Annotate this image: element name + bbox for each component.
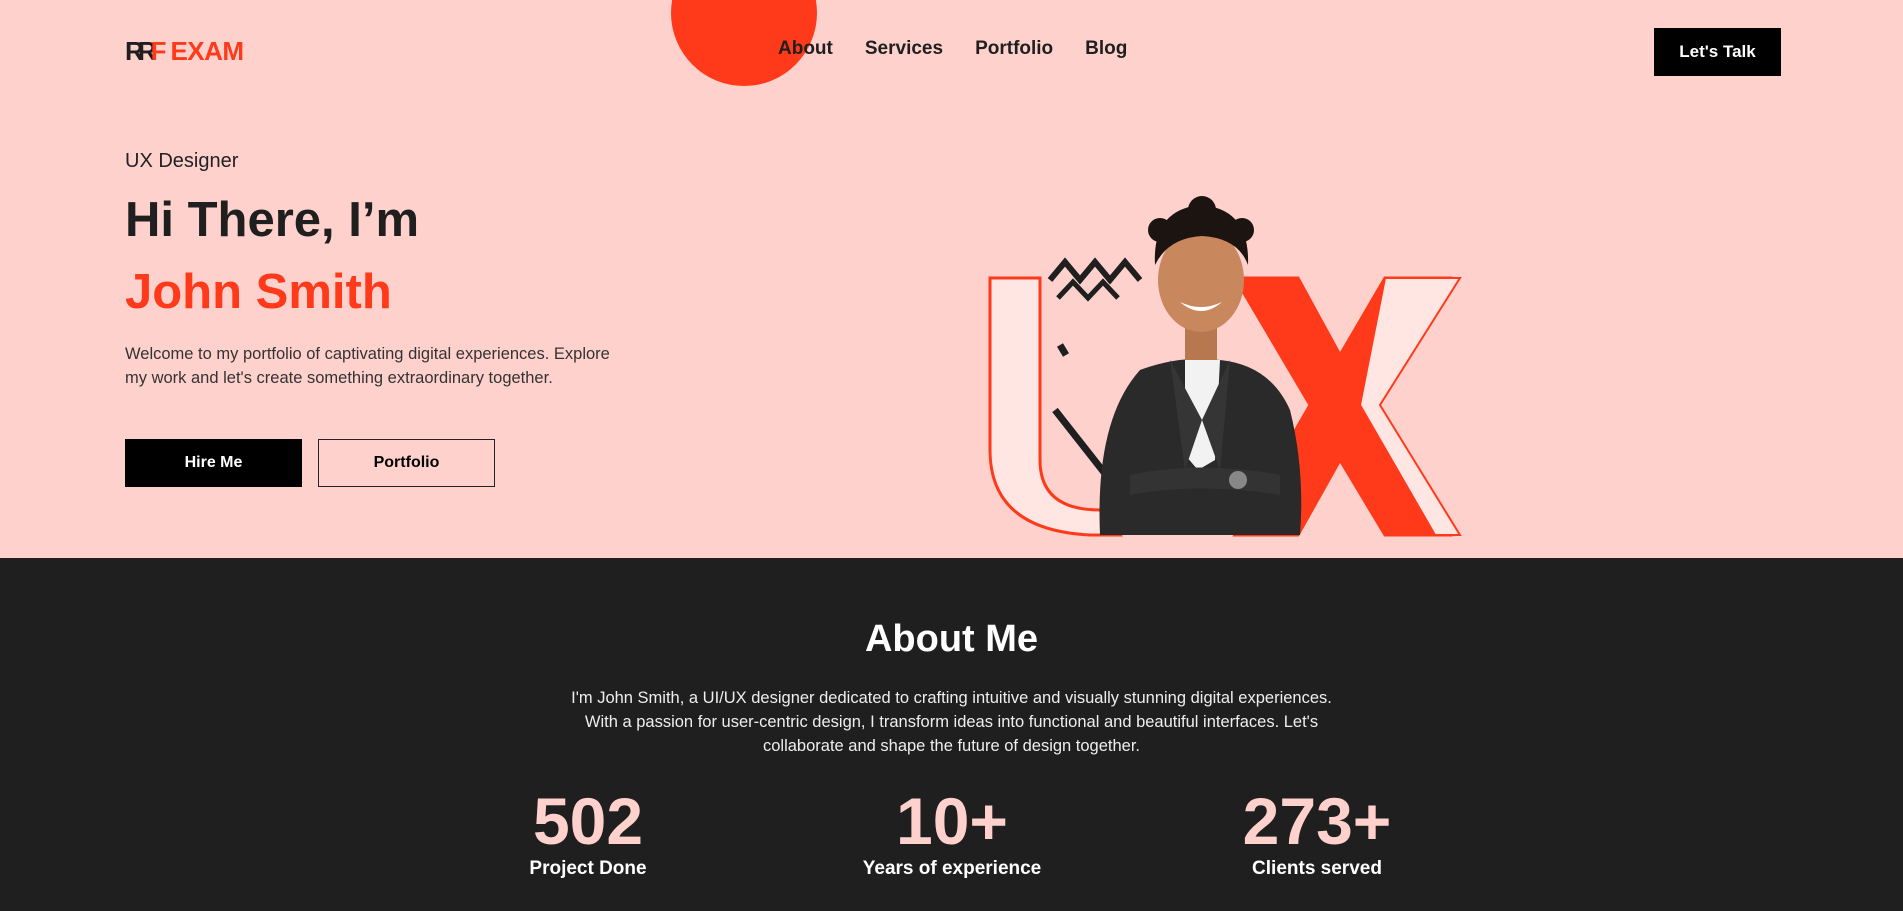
lets-talk-button[interactable]: Let's Talk <box>1654 28 1781 76</box>
about-title: About Me <box>864 618 1039 660</box>
portrait-illustration <box>1099 196 1302 535</box>
nav-blog[interactable]: Blog <box>1085 38 1127 60</box>
stat-label: Clients served <box>1252 858 1382 879</box>
nav-about[interactable]: About <box>778 38 833 60</box>
hero-illustration <box>988 196 1462 537</box>
stat-clients: 273+ Clients served <box>1167 788 1467 880</box>
logo-icon: RRF <box>125 35 166 66</box>
logo-text: EXAM <box>170 35 244 66</box>
squiggle-decor-2 <box>1056 278 1120 302</box>
hero-greeting: Hi There, I’m <box>125 193 420 247</box>
stat-projects: 502 Project Done <box>438 788 738 880</box>
portfolio-button[interactable]: Portfolio <box>318 439 495 487</box>
hero-intro: Welcome to my portfolio of captivating d… <box>125 345 610 387</box>
hero-name: John Smith <box>125 265 392 319</box>
hero-section: RRF EXAM About Services Portfolio Blog L… <box>0 0 1903 558</box>
logo[interactable]: RRF EXAM <box>125 36 244 66</box>
nav-portfolio[interactable]: Portfolio <box>975 38 1053 60</box>
squiggle-decor <box>1047 257 1143 285</box>
stat-label: Project Done <box>529 858 647 879</box>
role-label: UX Designer <box>125 150 239 172</box>
stat-label: Years of experience <box>862 858 1042 879</box>
stat-value: 10+ <box>896 784 1008 858</box>
hire-me-button[interactable]: Hire Me <box>125 439 302 487</box>
about-text: I'm John Smith, a UI/UX designer dedicat… <box>571 689 1332 755</box>
stat-value: 273+ <box>1242 784 1392 858</box>
stat-experience: 10+ Years of experience <box>802 788 1102 880</box>
main-nav: About Services Portfolio Blog <box>778 38 1127 60</box>
stat-value: 502 <box>532 784 644 858</box>
nav-services[interactable]: Services <box>865 38 943 60</box>
